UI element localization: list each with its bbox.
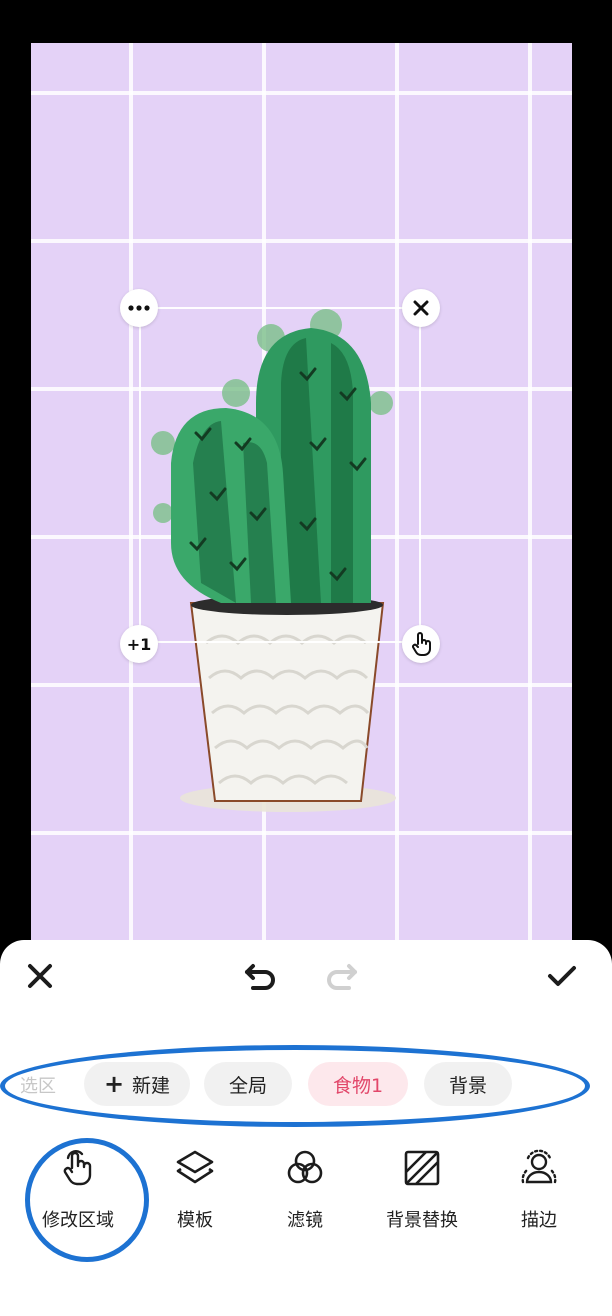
add-selection-button[interactable]: +1 bbox=[120, 625, 158, 663]
bottom-edit-panel: 选区 + 新建 全局 食物1 背景 修改区域 模板 滤镜 背景替换 描边 bbox=[0, 940, 612, 1316]
food1-region-chip[interactable]: 食物1 bbox=[308, 1062, 408, 1106]
undo-icon bbox=[245, 964, 275, 990]
stroke-label: 描边 bbox=[521, 1210, 557, 1231]
check-icon bbox=[548, 966, 576, 986]
add-selection-label: +1 bbox=[126, 634, 152, 654]
more-dots-icon[interactable] bbox=[120, 289, 158, 327]
background-replace-tool[interactable]: 背景替换 bbox=[367, 1148, 477, 1238]
redo-button[interactable] bbox=[320, 954, 364, 998]
confirm-button[interactable] bbox=[540, 954, 584, 998]
filter-tool[interactable]: 滤镜 bbox=[250, 1148, 360, 1238]
undo-button[interactable] bbox=[238, 954, 282, 998]
global-region-chip[interactable]: 全局 bbox=[204, 1062, 292, 1106]
region-label: 选区 bbox=[20, 1076, 56, 1097]
background-replace-label: 背景替换 bbox=[386, 1210, 458, 1231]
hand-pointer-icon bbox=[63, 1150, 92, 1186]
new-region-chip[interactable]: + 新建 bbox=[84, 1062, 190, 1106]
redo-icon bbox=[327, 964, 357, 990]
plus-icon: + bbox=[103, 1070, 125, 1098]
region-selector: 选区 + 新建 全局 食物1 背景 bbox=[0, 1060, 612, 1108]
template-label: 模板 bbox=[177, 1210, 213, 1231]
template-tool[interactable]: 模板 bbox=[140, 1148, 250, 1238]
filter-label: 滤镜 bbox=[287, 1210, 323, 1231]
close-icon[interactable] bbox=[402, 289, 440, 327]
modify-region-tool[interactable]: 修改区域 bbox=[23, 1148, 133, 1238]
close-button[interactable] bbox=[18, 954, 62, 998]
layers-icon bbox=[176, 1150, 214, 1184]
selection-box[interactable] bbox=[139, 307, 421, 643]
person-outline-icon bbox=[521, 1149, 557, 1184]
modify-region-label: 修改区域 bbox=[42, 1210, 114, 1231]
stroke-tool[interactable]: 描边 bbox=[484, 1148, 594, 1238]
food1-region-label: 食物1 bbox=[332, 1074, 384, 1097]
background-region-label: 背景 bbox=[448, 1074, 487, 1097]
global-region-label: 全局 bbox=[228, 1074, 267, 1097]
hand-pointer-icon[interactable] bbox=[402, 625, 440, 663]
photo-editor-screen: +1 选区 + 新建 全局 食物1 背景 修改区域 模板 滤镜 背景替换 描边 bbox=[0, 0, 612, 1316]
background-region-chip[interactable]: 背景 bbox=[424, 1062, 512, 1106]
new-region-label: 新建 bbox=[132, 1074, 171, 1097]
filter-circles-icon bbox=[287, 1150, 323, 1184]
background-replace-icon bbox=[404, 1150, 440, 1186]
close-icon bbox=[28, 964, 52, 988]
